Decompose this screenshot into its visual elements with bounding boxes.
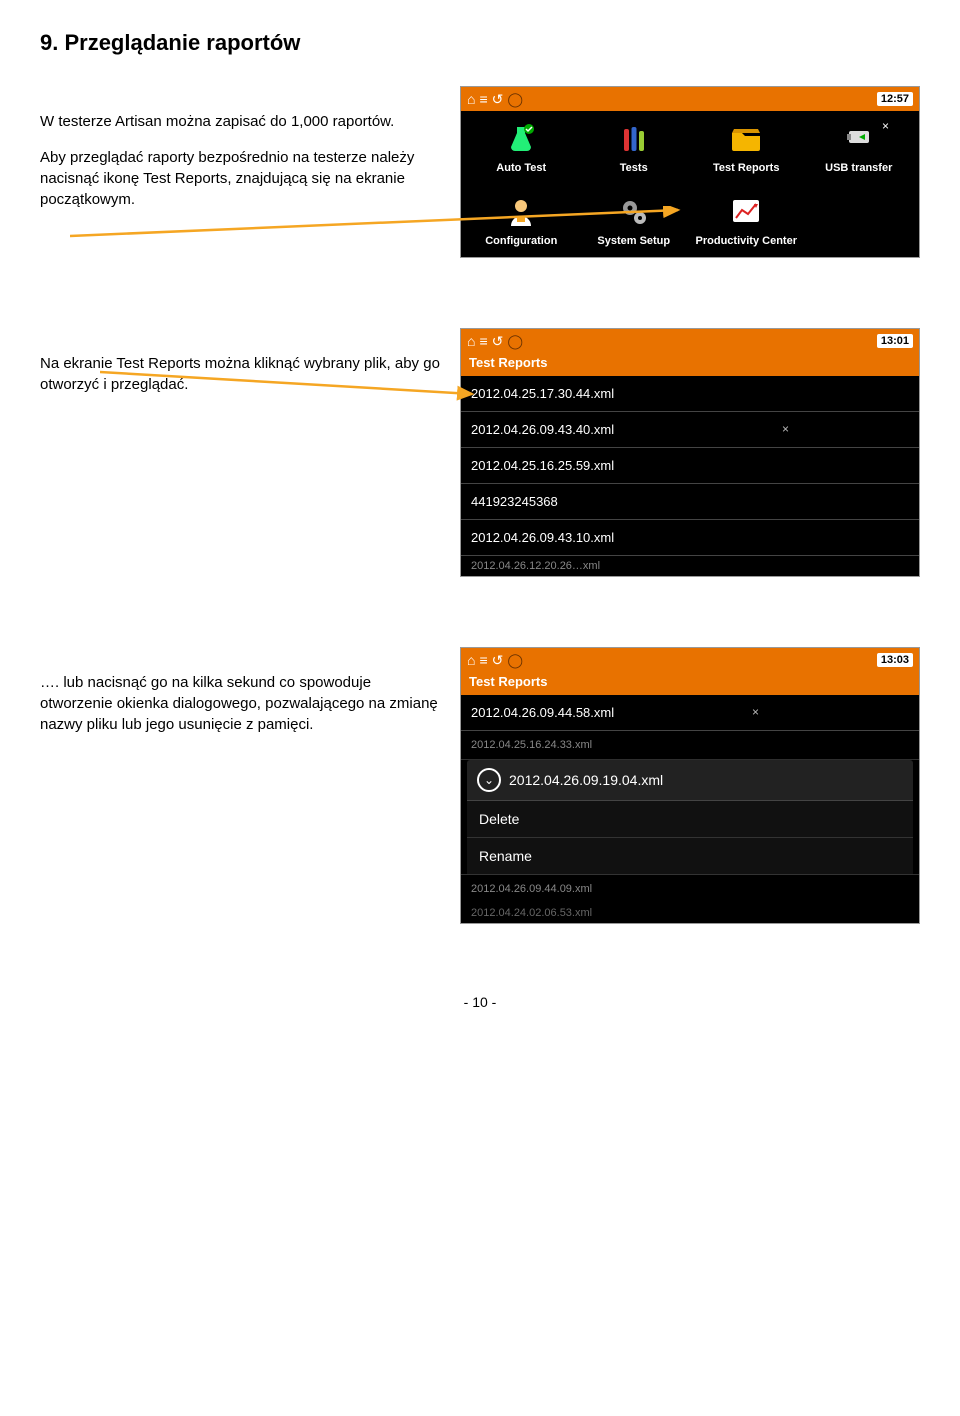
list-item[interactable]: 441923245368 <box>461 484 919 520</box>
list-item[interactable]: 2012.04.26.09.43.40.xml × <box>461 412 919 448</box>
tile-label: Tests <box>620 162 648 174</box>
gears-icon <box>616 194 652 230</box>
status-bar: ⌂ ≡ ↺ ◯ 12:57 <box>461 87 919 111</box>
status-bar: ⌂ ≡ ↺ ◯ 13:03 <box>461 648 919 672</box>
screenshot-list: ⌂ ≡ ↺ ◯ 13:01 Test Reports 2012.04.25.17… <box>460 328 920 577</box>
back-icon[interactable]: ↺ <box>492 91 504 108</box>
status-bar: ⌂ ≡ ↺ ◯ 13:01 <box>461 329 919 353</box>
tile-tests[interactable]: Tests <box>578 121 691 174</box>
page-number: - 10 - <box>40 994 920 1010</box>
home-icon[interactable]: ⌂ <box>467 91 475 107</box>
list-item[interactable]: 2012.04.26.09.43.10.xml <box>461 520 919 556</box>
paragraph-1: W testerze Artisan można zapisać do 1,00… <box>40 111 440 132</box>
file-name: 2012.04.26.09.44.58.xml <box>471 705 614 720</box>
text-block-2: Na ekranie Test Reports można kliknąć wy… <box>40 328 440 410</box>
tile-label: Auto Test <box>496 162 546 174</box>
menu-icon[interactable]: ≡ <box>479 333 487 349</box>
row-1: W testerze Artisan można zapisać do 1,00… <box>40 86 920 258</box>
home-icon[interactable]: ⌂ <box>467 652 475 668</box>
tile-label: Productivity Center <box>696 235 797 247</box>
tile-configuration[interactable]: Configuration <box>465 194 578 247</box>
paragraph-3: Na ekranie Test Reports można kliknąć wy… <box>40 353 440 395</box>
person-icon <box>503 194 539 230</box>
circle-icon: ◯ <box>507 333 523 350</box>
paragraph-4: …. lub nacisnąć go na kilka sekund co sp… <box>40 672 440 735</box>
list-item-cutoff: 2012.04.24.02.06.53.xml <box>461 903 919 923</box>
list-item-dim: 2012.04.26.09.44.09.xml <box>461 874 919 903</box>
page-heading: 9. Przeglądanie raportów <box>40 30 920 56</box>
text-block-3: …. lub nacisnąć go na kilka sekund co sp… <box>40 647 440 750</box>
menu-icon[interactable]: ≡ <box>479 91 487 107</box>
close-icon[interactable]: × <box>752 705 759 719</box>
list-item-cutoff: 2012.04.26.12.20.26…xml <box>461 556 919 576</box>
menu-icon[interactable]: ≡ <box>479 652 487 668</box>
tile-usb-transfer[interactable]: USB transfer <box>803 121 916 174</box>
row-2: Na ekranie Test Reports można kliknąć wy… <box>40 328 920 577</box>
file-name: 2012.04.26.09.43.40.xml <box>471 422 614 437</box>
chart-icon <box>728 194 764 230</box>
chevron-down-icon: ⌄ <box>477 768 501 792</box>
back-icon[interactable]: ↺ <box>492 333 504 350</box>
row-3: …. lub nacisnąć go na kilka sekund co sp… <box>40 647 920 924</box>
flask-icon <box>503 121 539 157</box>
tile-label: Test Reports <box>713 162 779 174</box>
tile-label: USB transfer <box>825 162 892 174</box>
dialog-option-rename[interactable]: Rename <box>467 838 913 874</box>
dialog-option-delete[interactable]: Delete <box>467 801 913 838</box>
usb-icon <box>841 121 877 157</box>
clock: 12:57 <box>877 92 913 106</box>
tile-auto-test[interactable]: Auto Test <box>465 121 578 174</box>
tile-test-reports[interactable]: Test Reports <box>690 121 803 174</box>
close-icon[interactable]: × <box>782 422 789 436</box>
screen-title: Test Reports <box>461 353 919 376</box>
list-item[interactable]: 2012.04.25.16.25.59.xml <box>461 448 919 484</box>
dialog-title: ⌄ 2012.04.26.09.19.04.xml <box>467 760 913 801</box>
circle-icon: ◯ <box>507 91 523 108</box>
list-item-dim: 2012.04.25.16.24.33.xml <box>461 731 919 760</box>
tile-system-setup[interactable]: System Setup <box>578 194 691 247</box>
screen-title: Test Reports <box>461 672 919 695</box>
list-item[interactable]: 2012.04.25.17.30.44.xml <box>461 376 919 412</box>
list-item[interactable]: 2012.04.26.09.44.58.xml × <box>461 695 919 731</box>
back-icon[interactable]: ↺ <box>492 652 504 669</box>
home-icon[interactable]: ⌂ <box>467 333 475 349</box>
tile-productivity[interactable]: Productivity Center <box>690 194 803 247</box>
dialog-file-name: 2012.04.26.09.19.04.xml <box>509 772 663 788</box>
folder-icon <box>728 121 764 157</box>
circle-icon: ◯ <box>507 652 523 669</box>
close-icon[interactable]: × <box>882 119 889 133</box>
clock: 13:03 <box>877 653 913 667</box>
clock: 13:01 <box>877 334 913 348</box>
tubes-icon <box>616 121 652 157</box>
paragraph-2: Aby przeglądać raporty bezpośrednio na t… <box>40 147 440 210</box>
context-dialog: ⌄ 2012.04.26.09.19.04.xml Delete Rename <box>467 760 913 874</box>
screenshot-home: ⌂ ≡ ↺ ◯ 12:57 × Auto Test Tests <box>460 86 920 258</box>
text-block-1: W testerze Artisan można zapisać do 1,00… <box>40 86 440 225</box>
tile-label: System Setup <box>597 235 670 247</box>
tile-label: Configuration <box>485 235 557 247</box>
screenshot-dialog: ⌂ ≡ ↺ ◯ 13:03 Test Reports 2012.04.26.09… <box>460 647 920 924</box>
